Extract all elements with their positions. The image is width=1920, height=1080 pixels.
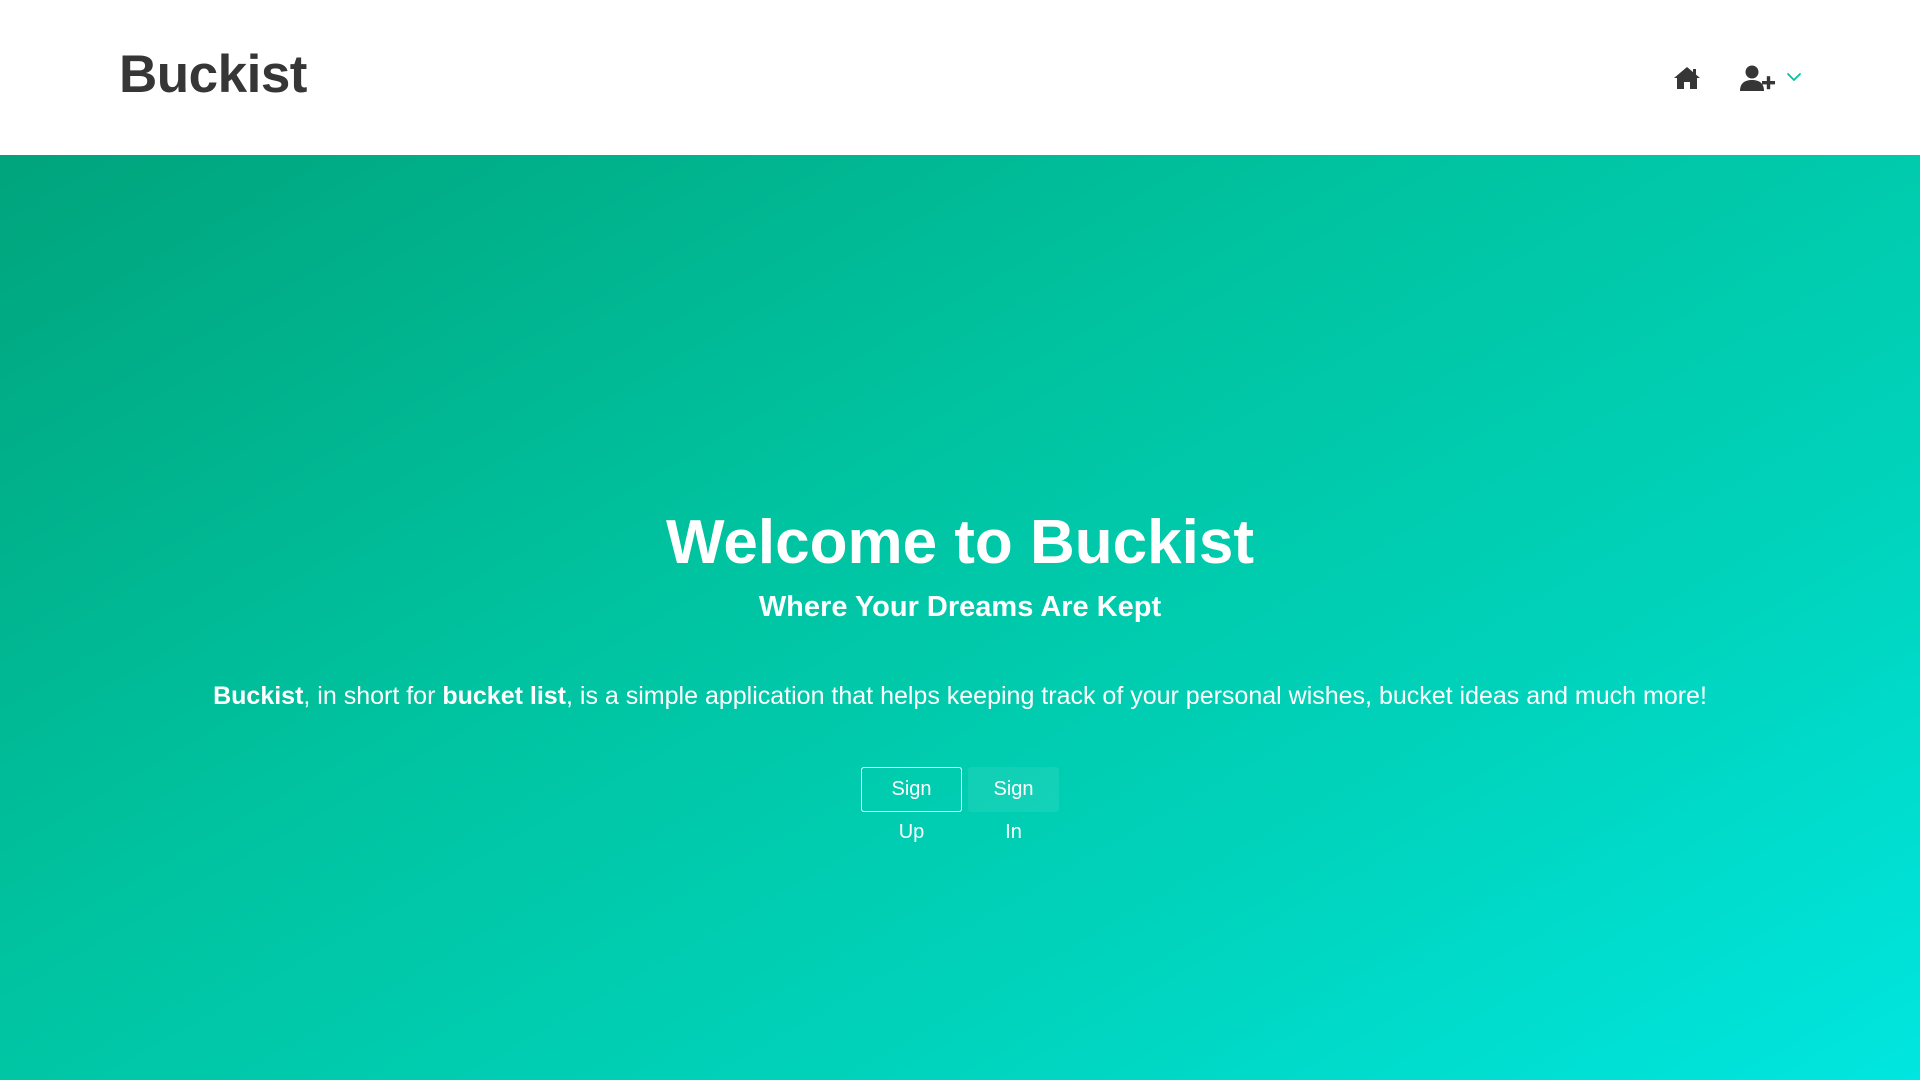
- hero-description: Buckist, in short for bucket list, is a …: [0, 684, 1920, 709]
- user-menu-dropdown[interactable]: [1736, 60, 1806, 96]
- sign-up-button[interactable]: Sign Up: [861, 767, 962, 843]
- description-text-1: , in short for: [303, 682, 443, 710]
- user-plus-icon: [1740, 65, 1775, 91]
- sign-in-button[interactable]: Sign In: [968, 767, 1059, 843]
- hero-subtitle: Where Your Dreams Are Kept: [758, 591, 1162, 623]
- description-term: bucket list: [442, 682, 567, 710]
- description-brand: Buckist: [213, 682, 304, 710]
- brand-logo[interactable]: Buckist: [119, 44, 307, 105]
- navbar: Buckist: [0, 0, 1920, 155]
- hero-section: Welcome to Buckist Where Your Dreams Are…: [0, 155, 1920, 1080]
- hero-title: Welcome to Buckist: [665, 508, 1254, 577]
- home-icon: [1674, 67, 1700, 89]
- home-link[interactable]: [1672, 63, 1702, 93]
- description-text-2: , is a simple application that helps kee…: [566, 682, 1707, 710]
- chevron-down-icon: [1787, 73, 1801, 81]
